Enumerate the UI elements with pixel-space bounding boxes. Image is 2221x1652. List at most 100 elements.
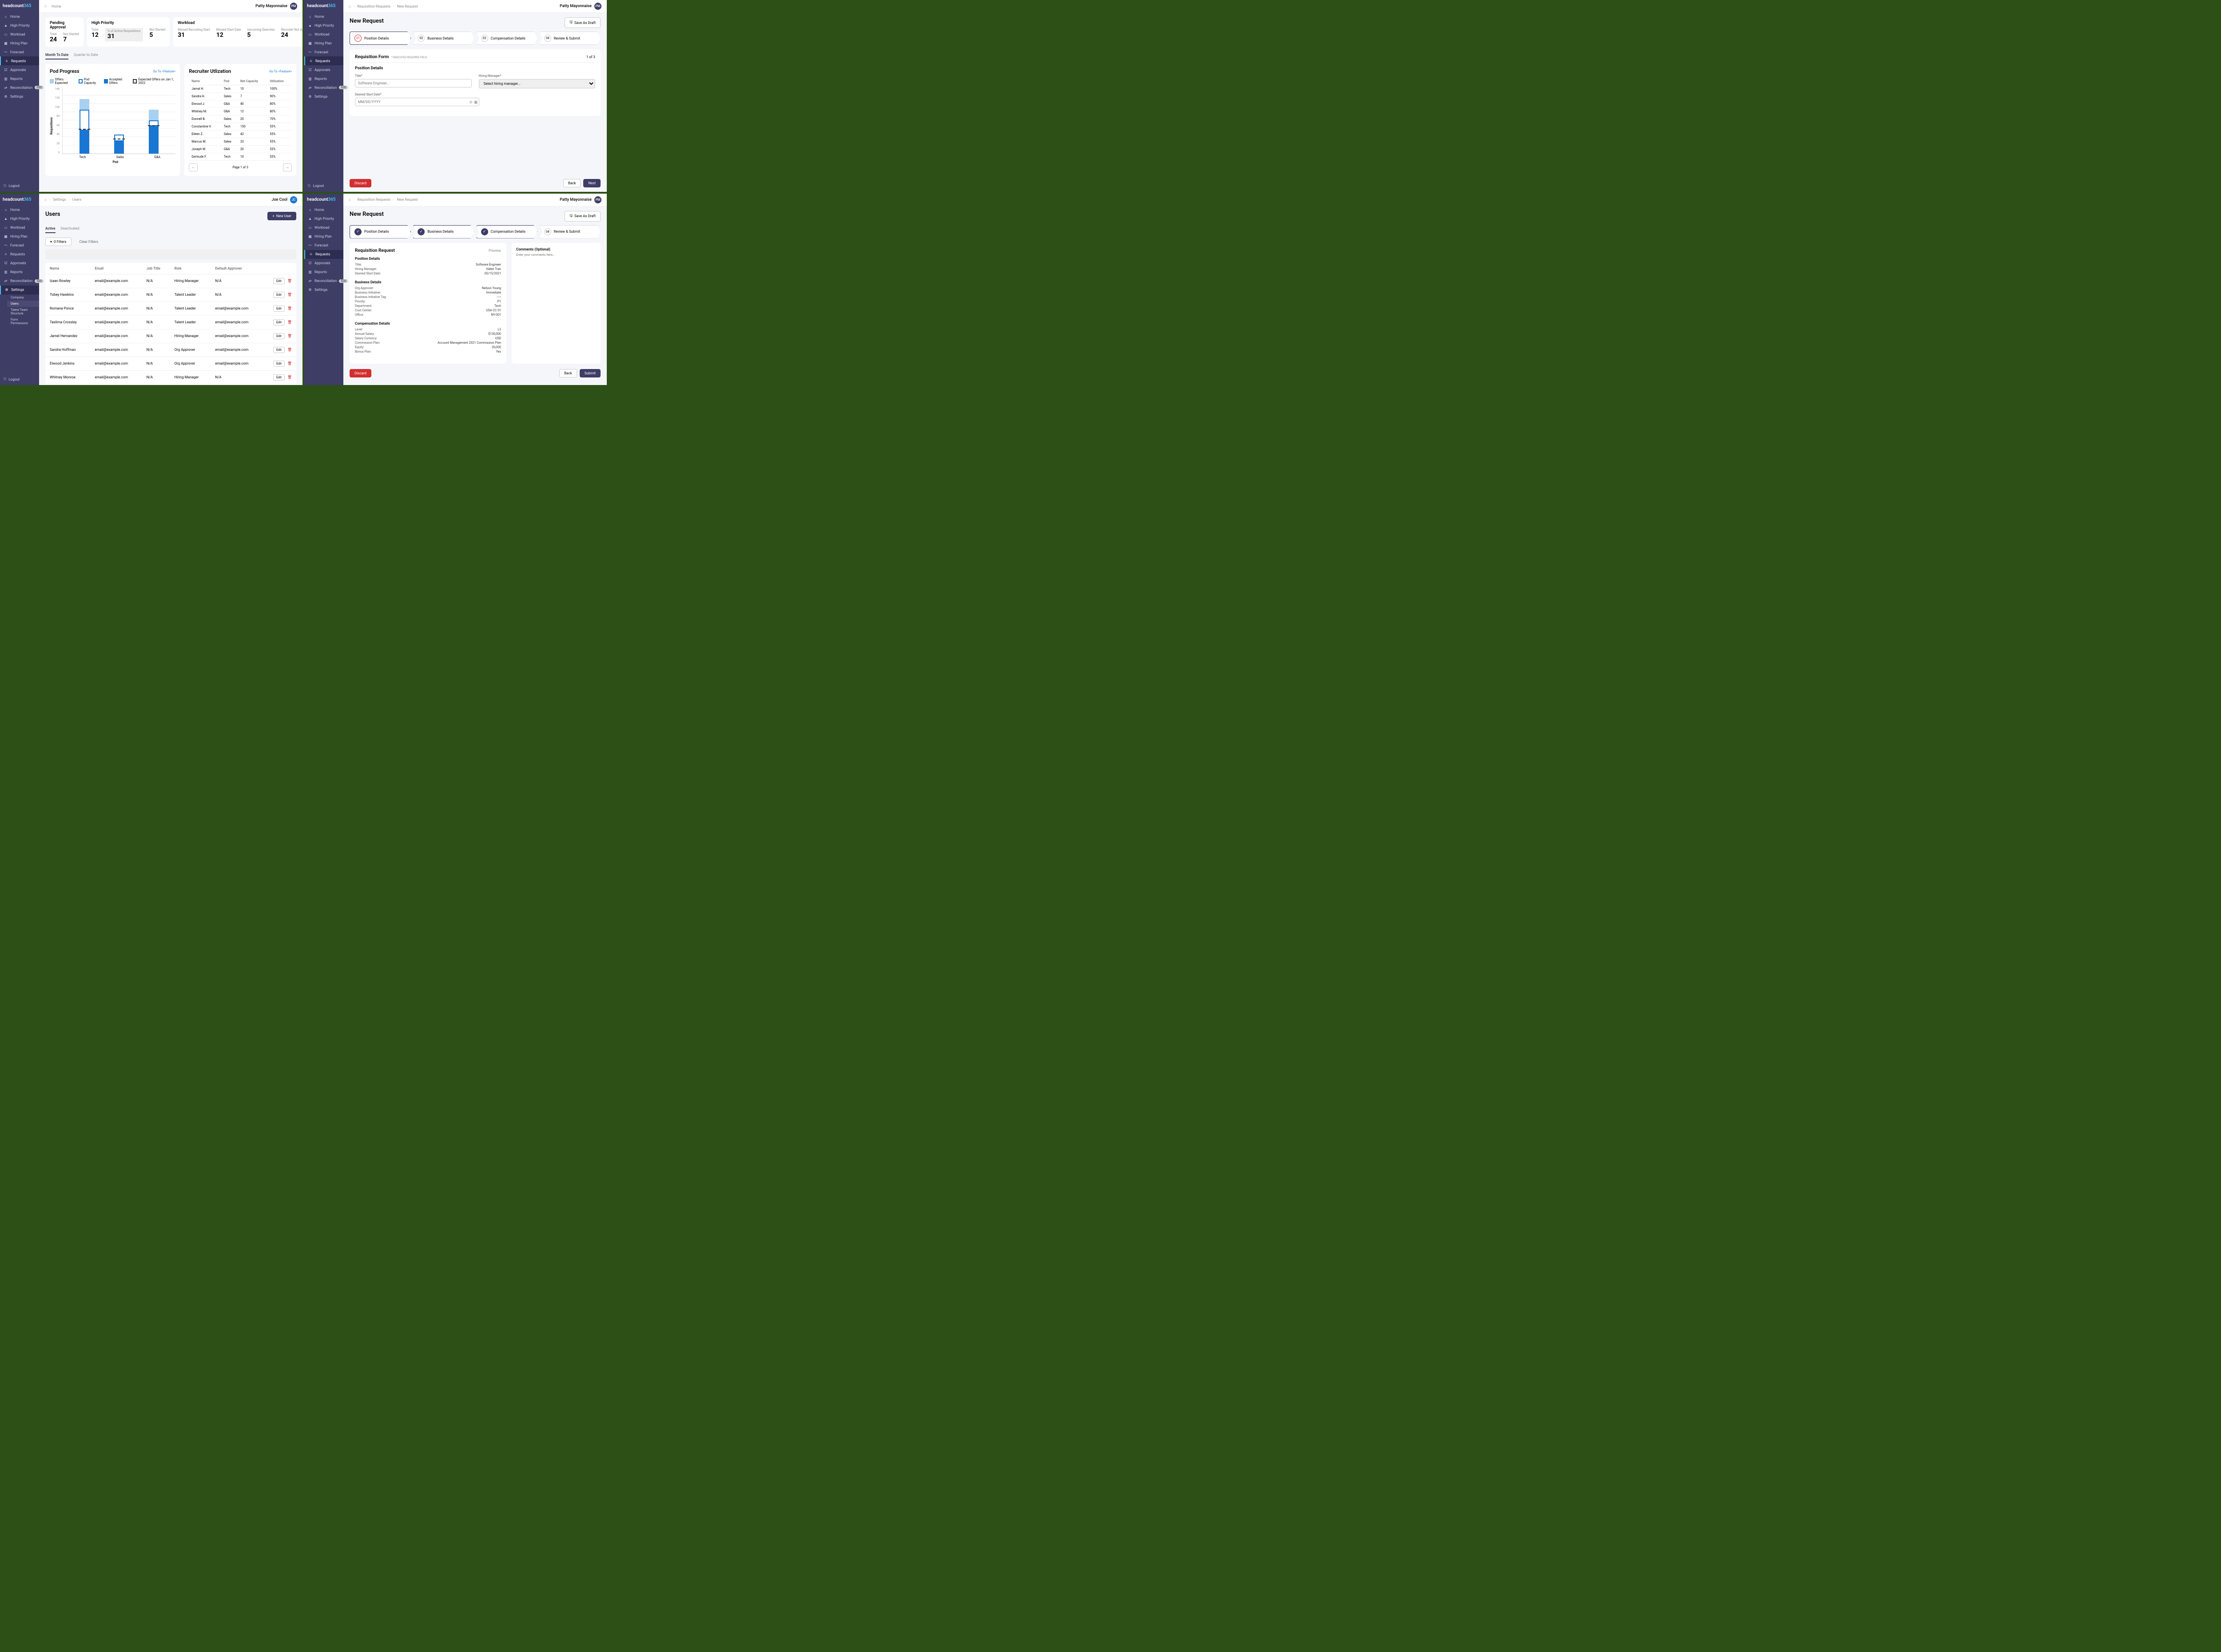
comments-input[interactable] (516, 253, 596, 264)
nav-reconciliation[interactable]: ⇄Reconciliation500 (304, 83, 343, 92)
new-user-button[interactable]: +New User (267, 212, 296, 220)
nav-company[interactable]: Company (7, 294, 39, 301)
step-1[interactable]: Position Details (350, 225, 411, 238)
nav-reports[interactable]: ▥Reports (304, 268, 343, 277)
nav-reports[interactable]: ▥Reports (0, 268, 39, 277)
nav-reconciliation[interactable]: ⇄Reconciliation500 (304, 277, 343, 286)
nav-home[interactable]: ⌂Home (0, 12, 39, 21)
table-row[interactable]: Jamal H.Tech10100% (189, 85, 292, 93)
nav-settings[interactable]: ⚙Settings (0, 286, 39, 294)
save-draft-button[interactable]: 🖫Save As Draft (565, 17, 601, 28)
back-button[interactable]: Back (563, 179, 581, 187)
nav-high-priority[interactable]: ▲High Priority (0, 21, 39, 30)
home-icon[interactable]: ⌂ (44, 198, 47, 202)
table-row[interactable]: Donnell B.Sales2070% (189, 115, 292, 123)
nav-reconciliation[interactable]: ⇄Reconciliation500 (0, 277, 39, 286)
delete-icon[interactable]: 🗑 (287, 320, 292, 324)
edit-button[interactable]: Edit (273, 333, 285, 339)
table-row[interactable]: Elwood J.G&A4080% (189, 100, 292, 108)
back-button[interactable]: Back (559, 369, 577, 377)
nav-workload[interactable]: ▭Workload (0, 223, 39, 232)
user-menu[interactable]: Patty MayonnaisePM (560, 3, 601, 10)
home-icon[interactable]: ⌂ (44, 4, 49, 8)
edit-button[interactable]: Edit (273, 361, 285, 367)
goto-link[interactable]: Go To <Feature> (153, 70, 176, 73)
nav-requests[interactable]: ＋Requests (304, 250, 343, 259)
nav-hiring-plan[interactable]: ▦Hiring Plan (304, 39, 343, 48)
user-menu[interactable]: Joe CoolJC (271, 196, 297, 203)
table-row[interactable]: Joseph W.G&A2055% (189, 146, 292, 153)
next-button[interactable]: Next (583, 179, 601, 187)
edit-button[interactable]: Edit (273, 278, 285, 284)
nav-high-priority[interactable]: ▲High Priority (0, 214, 39, 223)
table-row[interactable]: Eileen Z.Sales4255% (189, 131, 292, 138)
nav-settings[interactable]: ⚙Settings (304, 92, 343, 101)
nav-hiring-plan[interactable]: ▦Hiring Plan (304, 232, 343, 241)
nav-requests[interactable]: ＋Requests (304, 56, 343, 65)
user-menu[interactable]: Patty MayonnaisePM (255, 3, 297, 10)
nav-home[interactable]: ⌂Home (304, 206, 343, 214)
logout-button[interactable]: ⎋Logout (0, 373, 39, 385)
nav-talent-team[interactable]: Talent Team Structure (7, 307, 39, 317)
filters-button[interactable]: ▾0 Filters (45, 238, 72, 246)
home-icon[interactable]: ⌂ (349, 4, 351, 8)
clear-filters-button[interactable]: Clear Filters (75, 238, 103, 246)
manager-select[interactable]: Select hiring manager... (479, 79, 596, 88)
step-1[interactable]: 01Position Details (350, 32, 411, 45)
date-input[interactable] (355, 98, 479, 106)
nav-forecast[interactable]: 〜Forecast (0, 241, 39, 250)
table-row[interactable]: Sandra H.Sales790% (189, 93, 292, 100)
nav-reports[interactable]: ▥Reports (304, 74, 343, 83)
calendar-icon[interactable]: ▦ (474, 100, 478, 104)
table-row[interactable]: Marcus M.Sales3355% (189, 138, 292, 146)
save-draft-button[interactable]: 🖫Save As Draft (565, 211, 601, 222)
logout-button[interactable]: ⎋Logout (0, 180, 39, 192)
table-row[interactable]: Gertrude F.Tech1055% (189, 153, 292, 161)
delete-icon[interactable]: 🗑 (287, 279, 292, 283)
nav-forecast[interactable]: 〜Forecast (304, 48, 343, 56)
nav-settings[interactable]: ⚙Settings (304, 286, 343, 294)
title-input[interactable] (355, 79, 472, 87)
home-icon[interactable]: ⌂ (349, 198, 351, 202)
delete-icon[interactable]: 🗑 (287, 293, 292, 297)
nav-high-priority[interactable]: ▲High Priority (304, 21, 343, 30)
nav-approvals[interactable]: ☑Approvals (304, 65, 343, 74)
table-row[interactable]: Whitney M.G&A1280% (189, 108, 292, 115)
edit-button[interactable]: Edit (273, 306, 285, 312)
edit-button[interactable]: Edit (273, 319, 285, 326)
step-4[interactable]: 04Review & Submit (539, 225, 601, 238)
nav-workload[interactable]: ▭Workload (304, 223, 343, 232)
tab-mtd[interactable]: Month To Date (45, 51, 68, 60)
edit-button[interactable]: Edit (273, 347, 285, 353)
goto-link[interactable]: Go To <Feature> (269, 70, 292, 73)
nav-requests[interactable]: ＋Requests (0, 250, 39, 259)
submit-button[interactable]: Submit (580, 369, 601, 377)
delete-icon[interactable]: 🗑 (287, 348, 292, 352)
tab-active[interactable]: Active (45, 225, 56, 233)
nav-home[interactable]: ⌂Home (0, 206, 39, 214)
tab-qtd[interactable]: Quarter to Date (74, 51, 98, 60)
clear-icon[interactable]: ⊘ (470, 100, 473, 104)
edit-button[interactable]: Edit (273, 374, 285, 381)
nav-approvals[interactable]: ☑Approvals (0, 65, 39, 74)
discard-button[interactable]: Discard (350, 369, 371, 377)
pager-prev[interactable]: ← (189, 163, 198, 171)
delete-icon[interactable]: 🗑 (287, 361, 292, 365)
nav-workload[interactable]: ▭Workload (0, 30, 39, 39)
nav-reconciliation[interactable]: ⇄Reconciliation500 (0, 83, 39, 92)
logout-button[interactable]: ⎋Logout (304, 180, 343, 192)
delete-icon[interactable]: 🗑 (287, 375, 292, 379)
nav-hiring-plan[interactable]: ▦Hiring Plan (0, 232, 39, 241)
tab-deactivated[interactable]: Deactivated (61, 225, 80, 233)
nav-users[interactable]: Users (7, 301, 39, 307)
edit-button[interactable]: Edit (273, 292, 285, 298)
step-2[interactable]: 02Business Details (413, 32, 474, 45)
nav-workload[interactable]: ▭Workload (304, 30, 343, 39)
nav-forecast[interactable]: 〜Forecast (304, 241, 343, 250)
nav-high-priority[interactable]: ▲High Priority (304, 214, 343, 223)
preview-link[interactable]: Preview (489, 249, 501, 253)
delete-icon[interactable]: 🗑 (287, 306, 292, 310)
nav-requests[interactable]: ＋Requests (0, 56, 39, 65)
user-menu[interactable]: Patty MayonnaisePM (560, 196, 601, 203)
nav-form-perms[interactable]: Form Permissions (7, 317, 39, 326)
